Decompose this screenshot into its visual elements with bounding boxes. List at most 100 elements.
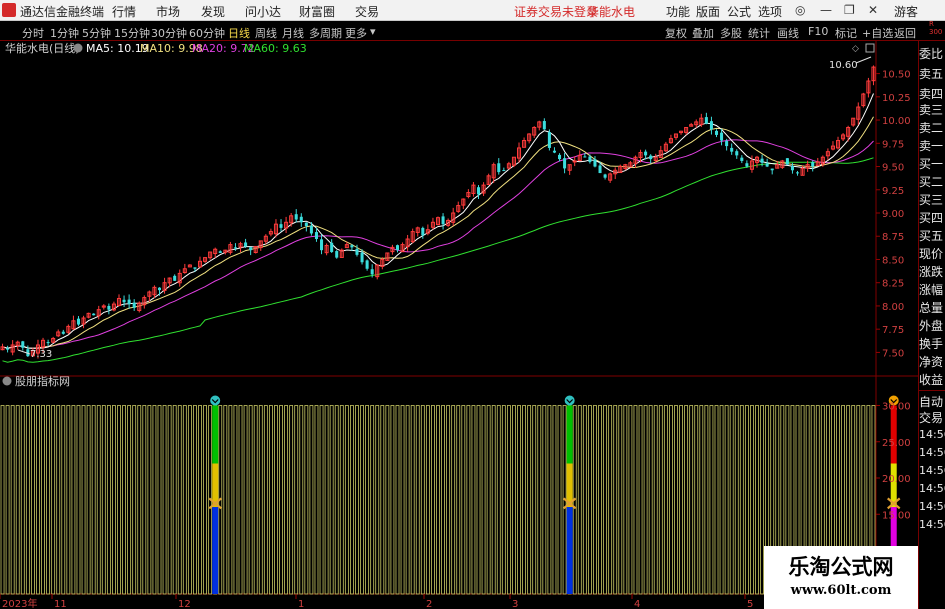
tool-back[interactable]: 返回 xyxy=(894,25,916,41)
indicator-bar xyxy=(268,405,273,595)
indicator-bar xyxy=(658,405,663,595)
candle-body-down xyxy=(795,172,800,174)
period-monthly[interactable]: 月线 xyxy=(282,25,304,41)
period-1min[interactable]: 1分钟 xyxy=(50,25,79,41)
indicator-tick-label: 25.00 xyxy=(882,438,911,449)
indicator-name: 股朋指标网 xyxy=(15,374,70,388)
indicator-bar xyxy=(274,405,278,595)
signal-bar-segment xyxy=(566,507,573,594)
indicator-bar xyxy=(253,405,258,595)
price-tick-label: 10.00 xyxy=(882,116,911,127)
sidebar-divider xyxy=(919,390,945,391)
high-price-annotation: 10.60 xyxy=(829,60,858,71)
period-60min[interactable]: 60分钟 xyxy=(189,25,225,41)
indicator-bar xyxy=(339,405,344,595)
indicator-bar xyxy=(10,405,15,595)
tool-f10[interactable]: F10 xyxy=(808,25,828,38)
chart-diamond-icon[interactable]: ◇ xyxy=(852,44,859,54)
price-tick-label: 8.25 xyxy=(882,279,904,290)
trade-time: 14:56 xyxy=(919,518,945,531)
candle-body-down xyxy=(644,151,648,156)
price-tick-label: 9.25 xyxy=(882,186,904,197)
app-logo-icon xyxy=(2,3,16,17)
tool-draw[interactable]: 画线 xyxy=(777,25,799,41)
tool-add-watchlist[interactable]: +自选 xyxy=(862,25,893,41)
period-weekly[interactable]: 周线 xyxy=(255,25,277,41)
candle-body-down xyxy=(132,302,136,308)
low-price-annotation: 7.33 xyxy=(30,349,52,360)
sidebar-trade[interactable]: 交易 xyxy=(919,409,945,429)
sidebar-label-change: 涨跌 xyxy=(919,265,944,279)
chart-area[interactable]: 7.50 7.75 8.00 8.25 8.50 8.75 9.00 9.25 9.50 9.75… xyxy=(0,41,918,609)
indicator-bar xyxy=(112,405,116,595)
alert-icon[interactable]: ◎ xyxy=(795,3,805,17)
candle-body-down xyxy=(441,216,445,225)
period-intraday[interactable]: 分时 xyxy=(22,25,44,41)
indicator-toggle-icon[interactable] xyxy=(2,376,12,386)
chart-mode-icon[interactable] xyxy=(865,43,875,53)
candle-body-down xyxy=(725,140,729,147)
indicator-bar xyxy=(425,405,430,595)
indicator-bar xyxy=(512,405,516,595)
indicator-bar xyxy=(71,405,76,595)
tool-mark[interactable]: 标记 xyxy=(835,25,857,41)
tool-overlay[interactable]: 叠加 xyxy=(692,25,714,41)
menu-options[interactable]: 选项 xyxy=(758,3,782,20)
menu-market[interactable]: 市场 xyxy=(156,3,180,20)
candle-body-down xyxy=(563,158,567,169)
indicator-bar xyxy=(147,405,152,595)
close-icon[interactable]: ✕ xyxy=(868,3,878,17)
candle-body-down xyxy=(709,121,713,130)
indicator-bar xyxy=(198,405,202,595)
candle-body-down xyxy=(233,247,237,249)
period-multi[interactable]: 多周期 xyxy=(309,25,342,41)
settings-toggle-icon[interactable] xyxy=(73,43,83,53)
tool-multi-stock[interactable]: 多股 xyxy=(720,25,742,41)
candle-body-down xyxy=(157,287,162,291)
indicator-bar xyxy=(344,405,349,595)
restore-icon[interactable]: ❐ xyxy=(844,3,855,17)
menu-trade[interactable]: 交易 xyxy=(355,3,379,20)
candle-body-down xyxy=(598,165,602,174)
minimize-icon[interactable]: — xyxy=(820,3,832,17)
candle-body-down xyxy=(765,163,769,167)
tool-adjust[interactable]: 复权 xyxy=(665,25,687,41)
more-arrow-icon[interactable]: ▾ xyxy=(370,25,376,38)
indicator-bar xyxy=(638,405,643,595)
indicator-bar xyxy=(709,405,714,595)
candle-body-down xyxy=(547,132,551,148)
indicator-bar xyxy=(415,405,420,595)
indicator-bar xyxy=(36,405,40,595)
period-more[interactable]: 更多 xyxy=(345,25,367,41)
period-30min[interactable]: 30分钟 xyxy=(151,25,187,41)
menu-fortune[interactable]: 财富圈 xyxy=(299,3,335,20)
indicator-bar xyxy=(30,405,35,595)
indicator-bar xyxy=(547,405,552,595)
candle-body-down xyxy=(421,227,425,236)
menu-formula[interactable]: 公式 xyxy=(727,3,751,20)
guest-user[interactable]: 游客 xyxy=(894,3,918,20)
menu-discover[interactable]: 发现 xyxy=(201,3,225,20)
price-tick-label: 10.25 xyxy=(882,93,911,104)
sidebar-label-outer: 外盘 xyxy=(919,319,944,333)
login-status[interactable]: 证券交易未登录 xyxy=(514,3,598,20)
signal-top-icon xyxy=(210,395,221,406)
menu-ask[interactable]: 问小达 xyxy=(245,3,281,20)
candle-body-down xyxy=(320,239,324,251)
candle-body-down xyxy=(314,232,318,240)
candle-body-up xyxy=(572,160,577,163)
price-tick-label: 8.75 xyxy=(882,232,904,243)
tool-stats[interactable]: 统计 xyxy=(748,25,770,41)
period-5min[interactable]: 5分钟 xyxy=(82,25,111,41)
indicator-bar xyxy=(674,405,678,595)
period-daily[interactable]: 日线 xyxy=(228,25,250,41)
candle-body-down xyxy=(350,245,354,248)
menu-function[interactable]: 功能 xyxy=(666,3,690,20)
period-15min[interactable]: 15分钟 xyxy=(114,25,150,41)
sidebar-label-volume: 总量 xyxy=(919,301,944,315)
menu-layout[interactable]: 版面 xyxy=(696,3,720,20)
candle-body-down xyxy=(603,174,607,178)
menu-quotes[interactable]: 行情 xyxy=(112,3,136,20)
indicator-bar xyxy=(66,405,71,595)
candle-body-down xyxy=(558,154,562,160)
